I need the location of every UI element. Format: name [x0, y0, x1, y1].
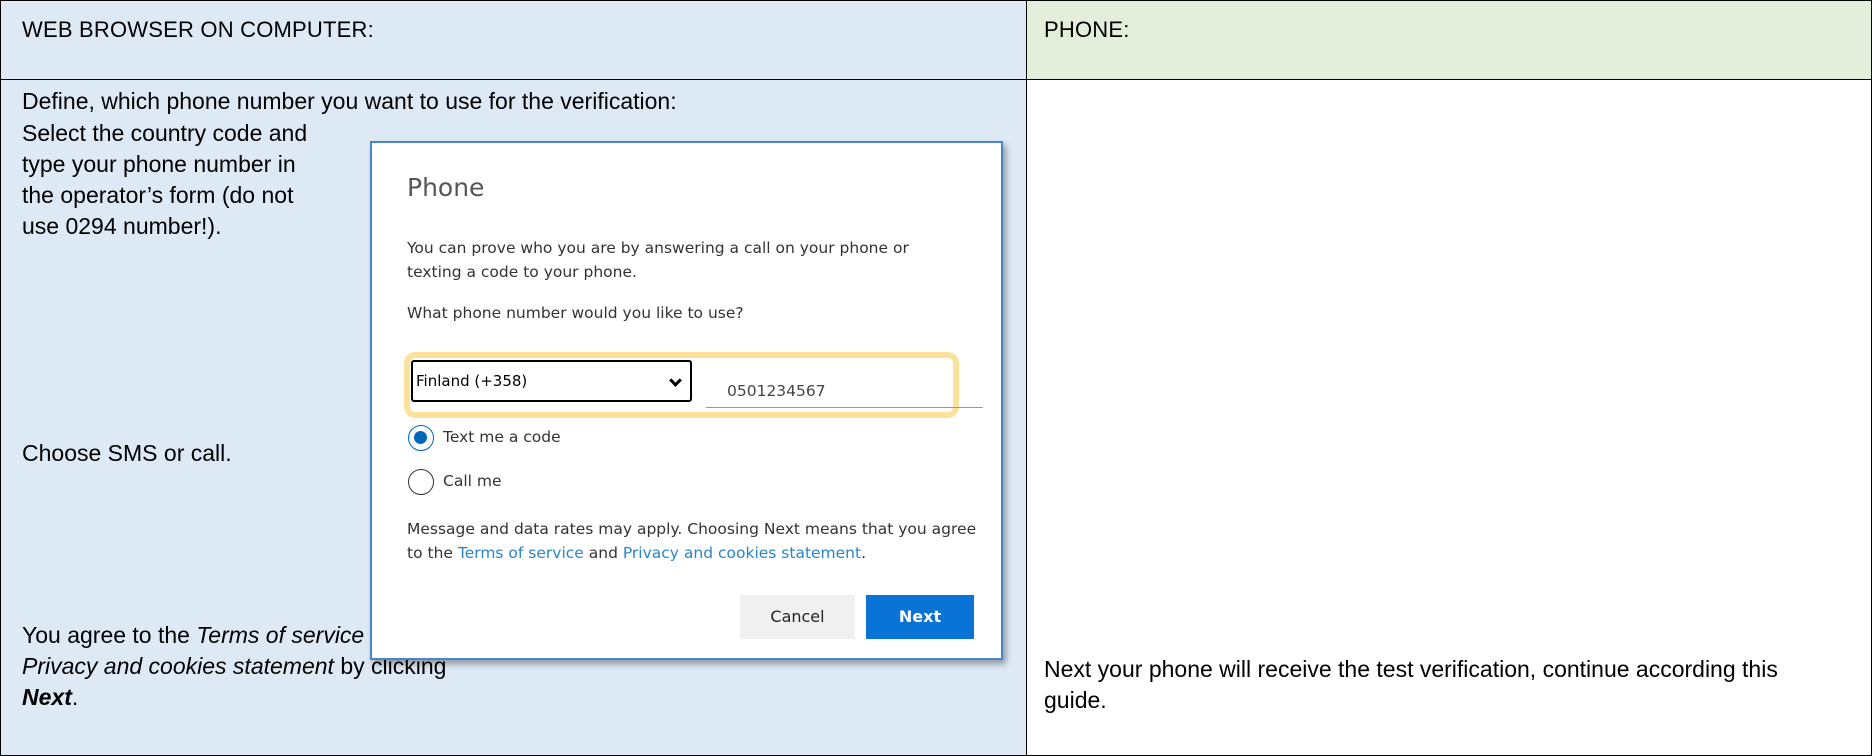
country-code-select[interactable]: Finland (+358) [411, 360, 692, 402]
instruction-table: WEB BROWSER ON COMPUTER: PHONE: Define, … [0, 0, 1872, 756]
phone-next-info: Next your phone will receive the test ve… [1044, 656, 1778, 713]
header-phone-title: PHONE: [1044, 17, 1130, 42]
privacy-text: Privacy and cookies statement [22, 653, 334, 679]
cancel-button[interactable]: Cancel [740, 595, 855, 639]
header-computer-title: WEB BROWSER ON COMPUTER: [22, 17, 374, 42]
radio-unselected-icon[interactable] [408, 469, 434, 495]
terms-of-service-link[interactable]: Terms of service [458, 544, 584, 562]
choose-method-instruction: Choose SMS or call. [22, 440, 232, 466]
privacy-statement-link[interactable]: Privacy and cookies statement [623, 544, 861, 562]
intro-text: Define, which phone number you want to u… [22, 88, 677, 114]
phone-instructions-cell: Next your phone will receive the test ve… [1026, 79, 1872, 756]
option-text-label: Text me a code [443, 428, 561, 446]
dialog-description: You can prove who you are by answering a… [407, 239, 909, 281]
phone-verification-dialog: Phone You can prove who you are by answe… [370, 141, 1003, 660]
next-button[interactable]: Next [866, 595, 974, 639]
phone-number-value: 0501234567 [727, 382, 826, 400]
country-code-value: Finland (+358) [416, 372, 528, 390]
phone-question: What phone number would you like to use? [407, 304, 744, 322]
radio-selected-icon[interactable] [408, 425, 434, 451]
header-cell-phone: PHONE: [1026, 0, 1872, 80]
country-code-instruction: Select the country code and type your ph… [22, 120, 308, 239]
header-cell-computer: WEB BROWSER ON COMPUTER: [0, 0, 1027, 80]
terms-notice: Message and data rates may apply. Choosi… [407, 520, 977, 562]
phone-number-input[interactable]: 0501234567 [706, 365, 983, 408]
computer-instructions-cell: Define, which phone number you want to u… [0, 79, 1027, 756]
next-emphasis: Next [22, 684, 72, 710]
option-call-label: Call me [443, 472, 502, 490]
terms-text: Terms of service [196, 622, 365, 648]
dialog-title: Phone [407, 173, 485, 202]
chevron-down-icon [669, 374, 682, 387]
